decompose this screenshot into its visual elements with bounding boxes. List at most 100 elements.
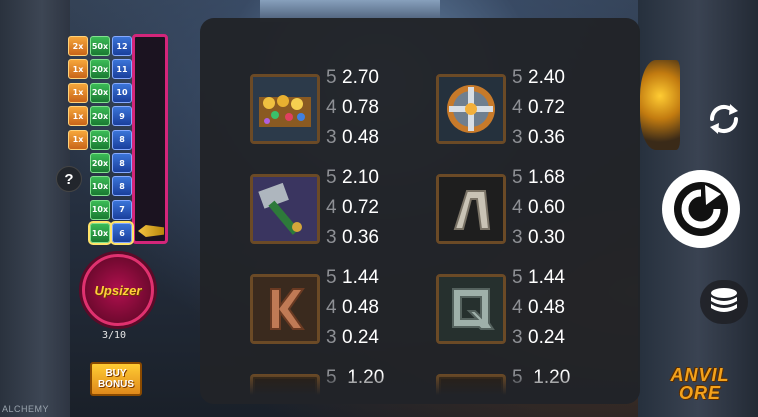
shield-symbol-icon [436, 74, 506, 144]
gold-pot-decoration [640, 60, 680, 150]
payout-count: 5 [326, 167, 337, 188]
ladder-multiplier-cell: 1x [68, 82, 88, 103]
spin-icon [674, 182, 728, 236]
payout-value: 1.44 [528, 267, 565, 288]
payout-count: 5 [512, 267, 523, 288]
ladder-level-cell: 11 [112, 59, 132, 80]
background-corner-text: ALCHEMY [2, 404, 50, 414]
ladder-row: 2x 50x 12 [68, 36, 132, 56]
payout-value: 0.48 [342, 127, 379, 148]
payout-value: 1.44 [342, 267, 379, 288]
payout-value: 0.48 [342, 297, 379, 318]
payout-value: 2.40 [528, 67, 565, 88]
payout-count: 5 [512, 167, 523, 188]
ladder-multiplier-cell: 1x [68, 129, 88, 150]
payout-value: 0.30 [528, 227, 565, 248]
payout-count: 5 [326, 67, 337, 88]
payout-count: 5 [326, 267, 337, 288]
hammer-symbol-icon [250, 174, 320, 244]
ladder-win-cell: 50x [90, 36, 110, 56]
payout-value: 0.72 [342, 197, 379, 218]
payout-value: 1.68 [528, 167, 565, 188]
autoplay-button[interactable] [702, 97, 746, 141]
paytable-entry-treasure-chest: 5 2.70 4 0.78 3 0.48 [326, 67, 402, 148]
ladder-win-cell: 20x [90, 59, 110, 80]
stake-button[interactable] [700, 280, 748, 324]
upsizer-label: Upsizer [94, 282, 142, 298]
ladder-level-cell: 10 [112, 82, 132, 103]
paytable-entry-rune-q: 5 1.44 4 0.48 3 0.24 [512, 267, 588, 348]
rune-k-symbol-icon [250, 274, 320, 344]
ladder-row: 1x 20x 9 [68, 106, 132, 127]
ladder-row: 10x 7 [68, 199, 132, 220]
payout-count: 3 [326, 127, 337, 148]
ladder-level-cell: 9 [112, 106, 132, 127]
payout-value: 0.78 [342, 97, 379, 118]
ladder-level-cell: 7 [112, 199, 132, 220]
ladder-frame [132, 34, 168, 244]
upsizer-count: 3/10 [102, 330, 127, 341]
ladder-row: 10x 6 [68, 221, 134, 246]
autoplay-icon [709, 104, 739, 134]
ladder-multiplier-cell: 1x [68, 59, 88, 80]
paytable-entry-shield: 5 2.40 4 0.72 3 0.36 [512, 67, 588, 148]
paytable-entry-hammer: 5 2.10 4 0.72 3 0.36 [326, 167, 402, 248]
payout-count: 4 [512, 297, 523, 318]
payout-value: 0.36 [342, 227, 379, 248]
payout-value: 0.24 [528, 327, 565, 348]
payout-count: 4 [326, 297, 337, 318]
payout-count: 5 [512, 67, 523, 88]
payout-count: 4 [512, 197, 523, 218]
payout-count: 4 [326, 97, 337, 118]
paytable-entry-rune-a: 5 1.68 4 0.60 3 0.30 [512, 167, 588, 248]
paytable-panel[interactable]: 5 2.70 4 0.78 3 0.48 5 2.40 4 0.72 3 0.3… [200, 18, 640, 404]
buy-bonus-line1: BUY [105, 368, 127, 379]
payout-count: 3 [326, 327, 337, 348]
multiplier-ladder: 2x 50x 12 1x 20x 11 1x 20x 10 1x 20x 9 1x 20x 8 20x 8 10x… [66, 32, 168, 246]
ladder-level-cell: 12 [112, 36, 132, 56]
payout-count: 4 [512, 97, 523, 118]
payout-value: 0.36 [528, 127, 565, 148]
ladder-level-cell: 8 [112, 176, 132, 197]
ladder-win-cell: 10x [90, 199, 110, 220]
payout-count: 3 [512, 227, 523, 248]
background-left-pillar [0, 0, 70, 417]
buy-bonus-button[interactable]: BUY BONUS [90, 362, 142, 396]
treasure-chest-symbol-icon [250, 74, 320, 144]
ladder-win-cell: 20x [90, 153, 110, 173]
ladder-win-cell: 10x [90, 176, 110, 197]
payout-count: 4 [326, 197, 337, 218]
payout-value: 2.10 [342, 167, 379, 188]
payout-count: 3 [512, 127, 523, 148]
ladder-row: 1x 20x 10 [68, 82, 132, 103]
payout-value: 0.48 [528, 297, 565, 318]
payout-count: 3 [512, 327, 523, 348]
logo-line1: ANVIL [670, 365, 730, 385]
ladder-level-cell: 8 [112, 129, 132, 150]
spin-button[interactable] [662, 170, 740, 248]
help-button[interactable]: ? [56, 166, 82, 192]
ladder-level-cell: 8 [112, 153, 132, 173]
payout-value: 2.70 [342, 67, 379, 88]
payout-value: 0.60 [528, 197, 565, 218]
payout-value: 0.72 [528, 97, 565, 118]
ladder-multiplier-cell: 2x [68, 36, 88, 56]
ladder-win-cell: 20x [90, 129, 110, 150]
ladder-multiplier-cell: 1x [68, 106, 88, 127]
payout-value: 0.24 [342, 327, 379, 348]
panel-bottom-fade [200, 374, 640, 404]
ladder-row: 1x 20x 11 [68, 59, 132, 80]
game-logo: ANVIL ORE [660, 366, 740, 406]
coins-stack-icon [711, 288, 737, 312]
upsizer-badge: Upsizer [82, 254, 154, 326]
paytable-entry-rune-k: 5 1.44 4 0.48 3 0.24 [326, 267, 402, 348]
ladder-row: 1x 20x 8 [68, 129, 132, 150]
ladder-win-cell: 20x [90, 106, 110, 127]
ladder-win-cell: 10x [88, 221, 112, 246]
buy-bonus-line2: BONUS [97, 379, 135, 390]
ladder-win-cell: 20x [90, 82, 110, 103]
rune-q-symbol-icon [436, 274, 506, 344]
payout-count: 3 [326, 227, 337, 248]
ladder-level-cell: 6 [110, 221, 134, 246]
logo-line2: ORE [678, 383, 721, 403]
